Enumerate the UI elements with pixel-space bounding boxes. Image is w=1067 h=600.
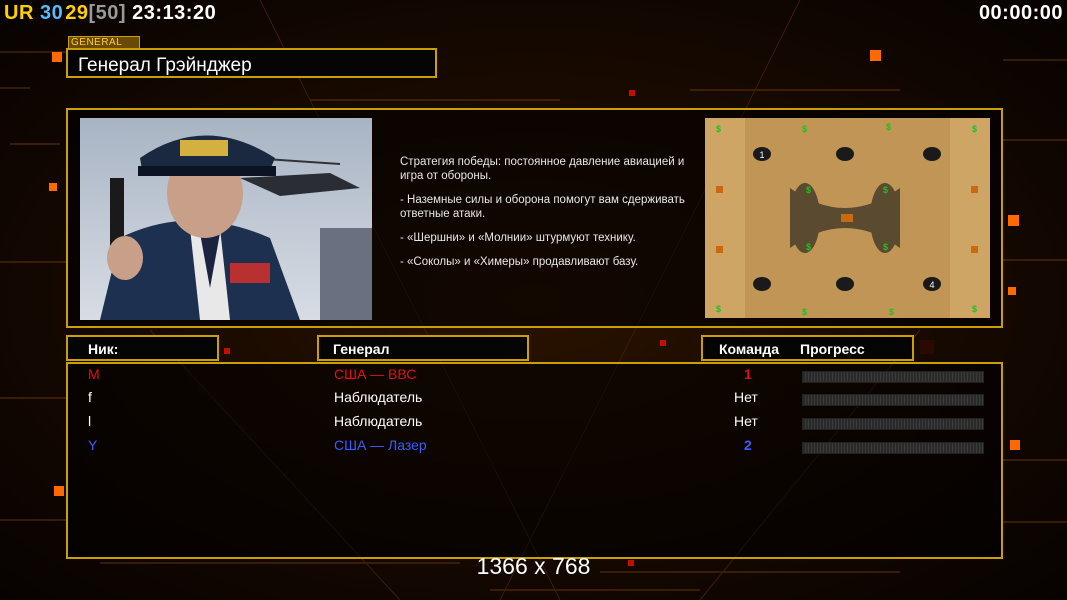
start-label-4: 4 [929,280,934,290]
column-header-nick: Ник: [66,335,219,361]
money-icon: $ [972,304,977,314]
column-header-team-progress: Команда Прогресс [701,335,914,361]
money-icon: $ [802,307,807,317]
general-title: Генерал Грэйнджер [78,55,252,76]
money-icon: $ [889,307,894,317]
column-label-team: Команда [719,341,779,357]
resolution-label: 1366 x 768 [476,553,591,579]
player-row: Y США — Лазер 2 [0,437,1067,461]
money-icon: $ [883,185,888,195]
description-line: Стратегия победы: постоянное давление ав… [400,156,685,182]
player-nick: Y [88,437,98,453]
money-icon: $ [883,242,888,252]
money-icon: $ [716,304,721,314]
money-icon: $ [972,124,977,134]
column-label-nick: Ник: [88,341,119,357]
money-icon: $ [806,185,811,195]
player-progress-bar [802,418,984,430]
player-team: Нет [734,413,758,429]
hud-fps-limit: [50] [88,2,127,24]
player-team: 1 [744,366,752,382]
player-progress-bar [802,442,984,454]
hud-stats: UR 30 29[50] 23:13:20 [4,2,216,25]
description-line: - Наземные силы и оборона помогут вам сд… [400,194,685,220]
hud-tag: UR [4,2,34,24]
column-label-progress: Прогресс [800,341,865,357]
player-progress-bar [802,371,984,383]
hud-clock: 23:13:20 [132,2,217,24]
column-label-general: Генерал [333,341,390,357]
general-description: Стратегия победы: постоянное давление ав… [400,155,690,279]
money-icon: $ [716,124,721,134]
player-general: США — ВВС [334,366,417,382]
column-header-general: Генерал [317,335,529,361]
description-line: - «Шершни» и «Молнии» штурмуют технику. [400,232,636,244]
player-team: Нет [734,389,758,405]
map-preview: 1 4 $ $ $ $ $ $ $ $ $ $ $ $ [705,118,990,318]
player-team: 2 [744,437,752,453]
player-nick: f [88,389,92,405]
general-portrait [80,118,372,320]
player-progress-bar [802,394,984,406]
description-line: - «Соколы» и «Химеры» продавливают базу. [400,256,639,268]
player-nick: M [88,366,100,382]
player-row: f Наблюдатель Нет [0,389,1067,413]
general-title-box: Генерал Грэйнджер [66,48,437,78]
player-row: M США — ВВС 1 [0,366,1067,390]
player-general: США — Лазер [334,437,427,453]
money-icon: $ [806,242,811,252]
start-label-1: 1 [759,150,764,160]
money-icon: $ [886,122,891,132]
player-nick: l [88,413,92,429]
player-general: Наблюдатель [334,413,423,429]
player-general: Наблюдатель [334,389,423,405]
hud-fps: 30 [39,2,64,24]
player-row: l Наблюдатель Нет [0,413,1067,437]
money-icon: $ [802,124,807,134]
hud-timer: 00:00:00 [978,2,1063,24]
hud-fps-secondary: 29 [65,2,89,24]
